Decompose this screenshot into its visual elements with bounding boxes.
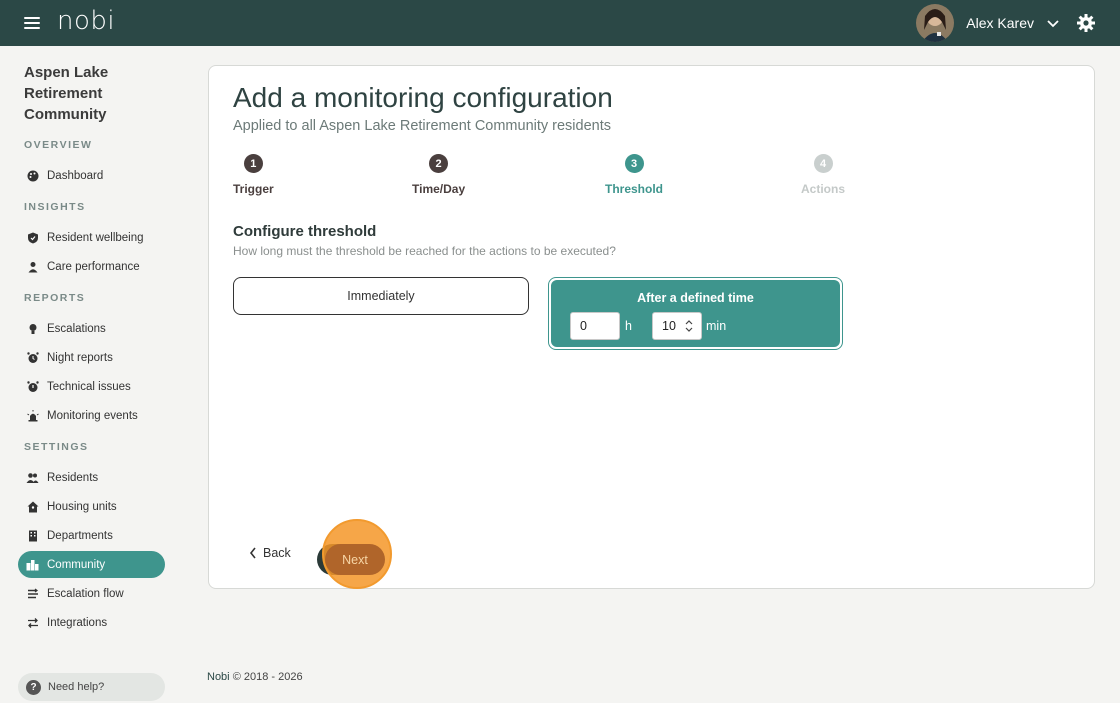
step-label: Time/Day — [412, 182, 466, 196]
option-immediately[interactable]: Immediately — [233, 277, 529, 315]
sidebar-item-label: Resident wellbeing — [47, 231, 144, 244]
next-label: Next — [342, 552, 368, 567]
sidebar-item-housing-units[interactable]: Housing units — [18, 493, 165, 520]
user-menu[interactable]: Alex Karev — [916, 3, 1060, 43]
shield-icon — [26, 231, 39, 244]
section-reports: REPORTS — [24, 292, 86, 304]
community-name: Aspen Lake Retirement Community — [24, 64, 109, 123]
section-settings: SETTINGS — [24, 441, 89, 453]
flow-icon — [26, 587, 39, 600]
sidebar-item-departments[interactable]: Departments — [18, 522, 165, 549]
step-trigger[interactable]: 1 Trigger — [233, 154, 274, 196]
step-number: 2 — [429, 154, 449, 173]
config-card: Add a monitoring configuration Applied t… — [208, 65, 1095, 589]
minutes-input[interactable]: 10 — [652, 312, 702, 340]
sidebar-item-resident-wellbeing[interactable]: Resident wellbeing — [18, 224, 165, 251]
step-label: Actions — [801, 182, 846, 196]
sidebar-item-dashboard[interactable]: Dashboard — [18, 162, 165, 189]
sidebar-item-technical-issues[interactable]: Technical issues — [18, 373, 165, 400]
sidebar-item-label: Monitoring events — [47, 409, 138, 422]
people-icon — [26, 471, 39, 484]
city-icon — [26, 558, 39, 571]
help-icon: ? — [26, 679, 41, 695]
help-label: Need help? — [48, 681, 105, 693]
sidebar-item-label: Night reports — [47, 351, 113, 364]
alarm-clock-icon — [26, 351, 39, 364]
step-number: 3 — [624, 154, 644, 173]
footer-brand[interactable]: Nobi — [207, 671, 230, 683]
page-title: Add a monitoring configuration — [233, 82, 613, 113]
top-bar: nobi Alex Karev — [0, 0, 1120, 46]
sidebar-item-escalation-flow[interactable]: Escalation flow — [18, 580, 165, 607]
step-number: 1 — [243, 154, 263, 173]
sidebar-item-label: Escalation flow — [47, 587, 124, 600]
option-defined-time[interactable]: After a defined time 0 h 10 min — [548, 277, 843, 350]
sidebar-item-care-performance[interactable]: Care performance — [18, 253, 165, 280]
sidebar: Aspen Lake Retirement Community OVERVIEW… — [0, 46, 185, 703]
step-label: Trigger — [233, 182, 274, 196]
page-subtitle: Applied to all Aspen Lake Retirement Com… — [233, 118, 611, 134]
section-subtitle: How long must the threshold be reached f… — [233, 244, 616, 258]
back-button[interactable]: Back — [249, 546, 291, 560]
person-icon — [26, 260, 39, 273]
spinner-arrows-icon[interactable] — [685, 319, 693, 333]
nobi-logo[interactable]: nobi — [57, 6, 115, 36]
minutes-unit: min — [706, 319, 727, 333]
palette-icon — [26, 169, 39, 182]
sidebar-item-label: Residents — [47, 471, 99, 484]
house-icon — [26, 500, 39, 513]
footer-copyright: © 2018 - 2026 — [232, 671, 303, 683]
sidebar-item-residents[interactable]: Residents — [18, 464, 165, 491]
option-label: Immediately — [347, 289, 415, 303]
sidebar-item-monitoring-events[interactable]: Monitoring events — [18, 402, 165, 429]
sidebar-item-escalations[interactable]: Escalations — [18, 315, 165, 342]
alarm-icon — [26, 380, 39, 393]
chevron-down-icon — [1047, 20, 1059, 28]
sidebar-item-label: Departments — [47, 529, 113, 542]
sidebar-item-label: Care performance — [47, 260, 140, 273]
footer: Nobi © 2018 - 2026 — [207, 671, 303, 683]
hours-value: 0 — [580, 319, 587, 333]
gear-icon[interactable] — [1076, 13, 1096, 33]
swap-arrows-icon — [26, 616, 39, 629]
section-title: Configure threshold — [233, 223, 377, 240]
step-time-day[interactable]: 2 Time/Day — [412, 154, 465, 196]
step-threshold[interactable]: 3 Threshold — [605, 154, 663, 196]
option-label: After a defined time — [637, 291, 754, 305]
next-button[interactable]: Next — [325, 544, 385, 575]
sidebar-item-label: Technical issues — [47, 380, 131, 393]
avatar — [916, 4, 955, 42]
sidebar-item-community[interactable]: Community — [18, 551, 165, 578]
hours-input[interactable]: 0 — [570, 312, 620, 340]
step-number: 4 — [813, 154, 833, 173]
user-name: Alex Karev — [966, 15, 1034, 31]
section-insights: INSIGHTS — [24, 201, 86, 213]
help-button[interactable]: ? Need help? — [18, 673, 165, 701]
sidebar-item-label: Escalations — [47, 322, 106, 335]
back-label: Back — [263, 546, 291, 560]
hours-unit: h — [625, 319, 632, 333]
sidebar-item-label: Community — [47, 558, 106, 571]
sidebar-item-label: Housing units — [47, 500, 117, 513]
step-label: Threshold — [605, 182, 664, 196]
sidebar-item-night-reports[interactable]: Night reports — [18, 344, 165, 371]
building-icon — [26, 529, 39, 542]
minutes-value: 10 — [662, 319, 676, 333]
step-actions: 4 Actions — [801, 154, 845, 196]
sidebar-item-label: Integrations — [47, 616, 108, 629]
siren-icon — [26, 409, 39, 422]
menu-icon[interactable] — [24, 14, 40, 32]
chevron-left-icon — [249, 547, 256, 559]
bulb-icon — [26, 322, 39, 335]
sidebar-item-label: Dashboard — [47, 169, 104, 182]
sidebar-item-integrations[interactable]: Integrations — [18, 609, 165, 636]
section-overview: OVERVIEW — [24, 139, 93, 151]
